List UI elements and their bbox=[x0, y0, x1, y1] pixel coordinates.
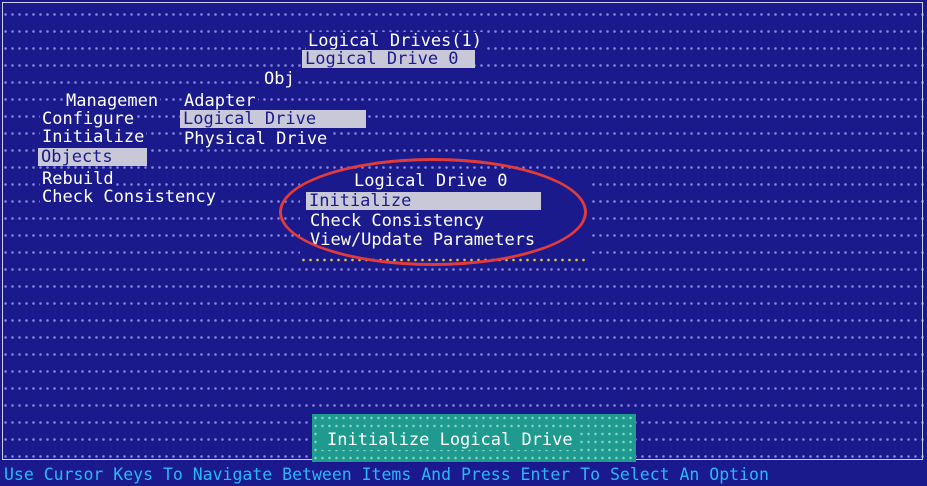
logical-drive-0-item[interactable]: Logical Drive 0 bbox=[302, 50, 475, 68]
main-menu-item-management[interactable]: Managemen bbox=[64, 92, 161, 110]
objects-window-title: Obj bbox=[262, 69, 297, 89]
action-menu-title: Logical Drive 0 bbox=[352, 171, 510, 191]
action-menu-item-view-update-parameters[interactable]: View/Update Parameters bbox=[308, 231, 538, 249]
objects-menu-item-logical-drive[interactable]: Logical Drive bbox=[180, 110, 367, 128]
main-menu-item-rebuild[interactable]: Rebuild bbox=[40, 170, 116, 188]
main-menu-item-check-consistency[interactable]: Check Consistency bbox=[40, 188, 218, 206]
main-menu-item-configure[interactable]: Configure bbox=[40, 110, 137, 128]
action-menu-item-initialize[interactable]: Initialize bbox=[306, 192, 542, 210]
objects-menu-item-adapter[interactable]: Adapter bbox=[182, 92, 258, 110]
action-menu-item-check-consistency[interactable]: Check Consistency bbox=[308, 212, 486, 230]
logical-drives-title: Logical Drives(1) bbox=[306, 31, 484, 51]
main-menu-item-initialize[interactable]: Initialize bbox=[40, 128, 147, 146]
status-message: Initialize Logical Drive bbox=[321, 430, 579, 450]
objects-menu-item-physical-drive[interactable]: Physical Drive bbox=[182, 130, 330, 148]
action-menu-bottom-border bbox=[300, 258, 588, 262]
main-menu-item-objects[interactable]: Objects bbox=[38, 148, 147, 166]
footer-hint: Use Cursor Keys To Navigate Between Item… bbox=[4, 465, 769, 484]
